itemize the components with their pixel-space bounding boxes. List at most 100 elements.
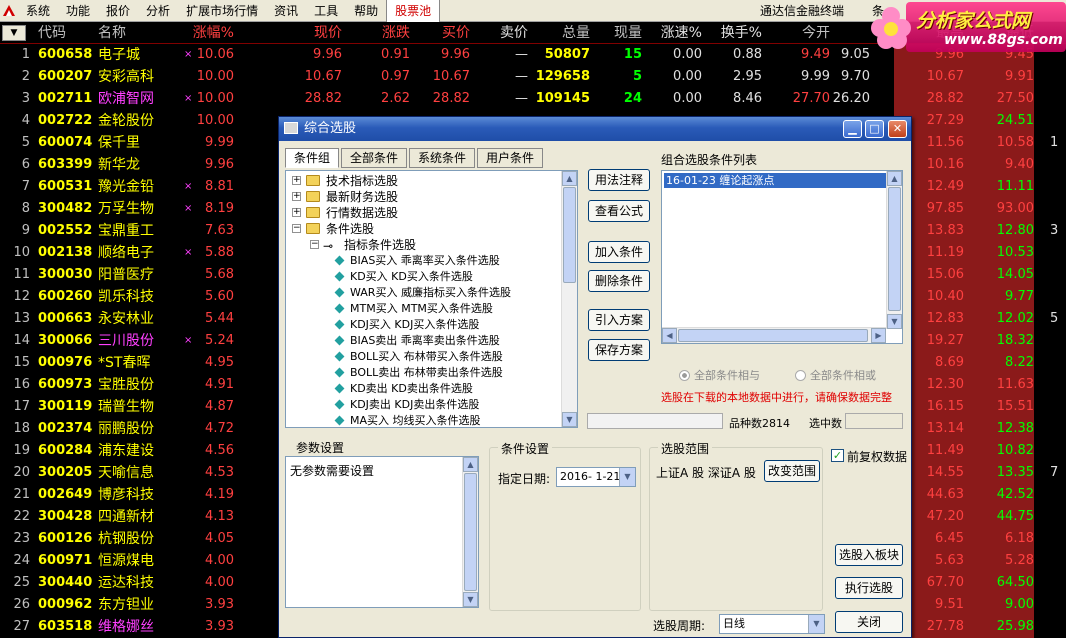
param-scroll-down-icon[interactable]: ▼	[463, 592, 478, 607]
collapse-icon[interactable]: −	[310, 240, 319, 249]
header-price[interactable]: 现价	[252, 22, 342, 44]
menu-item-6[interactable]: 工具	[306, 0, 346, 22]
header-chg[interactable]: 涨跌	[344, 22, 410, 44]
cell-spd: 0.00	[673, 91, 702, 106]
table-row[interactable]: 2 600207 安彩高科 10.00 10.67 0.97 10.67 — 129658 5 0.…	[0, 66, 1066, 88]
expand-icon[interactable]: +	[292, 208, 301, 217]
date-picker[interactable]: 2016- 1-21 ▼	[556, 467, 636, 487]
usage-notes-button[interactable]: 用法注释	[588, 169, 650, 191]
tree-node[interactable]: WAR买入 威廉指标买入条件选股	[286, 285, 558, 301]
tree-node[interactable]: KD买入 KD买入条件选股	[286, 269, 558, 285]
tree-node[interactable]: + 技术指标选股	[286, 173, 558, 189]
close-window-button[interactable]: ✕	[888, 120, 907, 138]
table-row[interactable]: 3 002711 欧浦智网 × 10.00 28.82 2.62 28.82—109145 24…	[0, 88, 1066, 110]
save-plan-button[interactable]: 保存方案	[588, 339, 650, 361]
period-select[interactable]: 日线 ▼	[719, 614, 825, 634]
restore-rights-checkbox[interactable]: ✓	[831, 449, 844, 462]
menu-item-7[interactable]: 帮助	[346, 0, 386, 22]
period-dropdown-icon[interactable]: ▼	[808, 615, 824, 633]
tab-condition-group[interactable]: 条件组	[285, 148, 340, 168]
expand-icon[interactable]: +	[292, 176, 301, 185]
cell-code: 600971	[38, 553, 93, 568]
header-code[interactable]: 代码	[38, 22, 94, 44]
tree-node[interactable]: BIAS卖出 乖离率卖出条件选股	[286, 333, 558, 349]
tree-node[interactable]: + 行情数据选股	[286, 205, 558, 221]
tab-user-conditions[interactable]: 用户条件	[477, 148, 544, 168]
header-vol[interactable]: 总量	[530, 22, 590, 44]
list-scrollbar[interactable]: ▲ ▼	[886, 171, 902, 329]
tree-node[interactable]: MTM买入 MTM买入条件选股	[286, 301, 558, 317]
scroll-down-icon[interactable]: ▼	[562, 412, 577, 427]
import-plan-button[interactable]: 引入方案	[588, 309, 650, 331]
header-open[interactable]: 今开	[764, 22, 830, 44]
header-pct[interactable]: 涨幅%	[186, 22, 234, 44]
header-turn[interactable]: 换手%	[704, 22, 762, 44]
menu-item-2[interactable]: 报价	[98, 0, 138, 22]
header-sell[interactable]: 卖价	[476, 22, 528, 44]
menu-item-1[interactable]: 功能	[58, 0, 98, 22]
delete-condition-button[interactable]: 删除条件	[588, 270, 650, 292]
tree-node[interactable]: − 条件选股	[286, 221, 558, 237]
menu-item-3[interactable]: 分析	[138, 0, 178, 22]
condition-list-item[interactable]: 16-01-23 缠论起涨点	[664, 173, 886, 188]
tree-node[interactable]: KDJ卖出 KDJ卖出条件选股	[286, 397, 558, 413]
cell-low: 5.28	[1005, 553, 1034, 568]
scroll-left-icon[interactable]: ◀	[662, 328, 677, 343]
tree-node-label: BOLL买入 布林带买入条件选股	[350, 350, 503, 363]
cell-chg: 0.97	[381, 69, 410, 84]
radio-all-and[interactable]: 全部条件相与	[679, 367, 760, 383]
maximize-button[interactable]: □	[865, 120, 884, 138]
add-to-block-button[interactable]: 选股入板块	[835, 544, 903, 566]
scroll-up-icon[interactable]: ▲	[562, 171, 577, 186]
radio-all-or[interactable]: 全部条件相或	[795, 367, 876, 383]
view-formula-button[interactable]: 查看公式	[588, 200, 650, 222]
tree-node-label: KD买入 KD买入条件选股	[350, 270, 473, 283]
expand-icon[interactable]: +	[292, 192, 301, 201]
sort-toggle-button[interactable]: ▼	[2, 25, 26, 41]
tree-node[interactable]: BOLL卖出 布林带卖出条件选股	[286, 365, 558, 381]
scroll-thumb[interactable]	[563, 187, 576, 283]
tab-system-conditions[interactable]: 系统条件	[409, 148, 476, 168]
tree-node[interactable]: BIAS买入 乖离率买入条件选股	[286, 253, 558, 269]
tab-all-conditions[interactable]: 全部条件	[341, 148, 408, 168]
execute-screen-button[interactable]: 执行选股	[835, 577, 903, 599]
cell-low: 10.58	[996, 135, 1034, 150]
hscroll-thumb[interactable]	[678, 329, 868, 342]
header-cur[interactable]: 现量	[592, 22, 642, 44]
param-scroll-thumb[interactable]	[464, 473, 477, 591]
dialog-titlebar[interactable]: 综合选股 ▁ □ ✕	[279, 117, 911, 141]
tree-node[interactable]: KD卖出 KD卖出条件选股	[286, 381, 558, 397]
param-scroll-up-icon[interactable]: ▲	[463, 457, 478, 472]
cell-pct: 10.00	[196, 69, 234, 84]
cell-code: 002552	[38, 223, 93, 238]
collapse-icon[interactable]: −	[292, 224, 301, 233]
tree-node[interactable]: − ⊸ 指标条件选股	[286, 237, 558, 253]
tree-node[interactable]: KDJ买入 KDJ买入条件选股	[286, 317, 558, 333]
cell-code: 300205	[38, 465, 93, 480]
tree-node[interactable]: MA买入 均线买入条件选股	[286, 413, 558, 427]
list-scroll-down-icon[interactable]: ▼	[887, 314, 902, 329]
tree-scrollbar[interactable]: ▲ ▼	[561, 171, 577, 427]
menu-item-8[interactable]: 股票池	[386, 0, 441, 22]
change-range-button[interactable]: 改变范围	[764, 460, 820, 482]
date-dropdown-icon[interactable]: ▼	[619, 468, 635, 486]
tree-node[interactable]: BOLL买入 布林带买入条件选股	[286, 349, 558, 365]
header-spd[interactable]: 涨速%	[644, 22, 702, 44]
folder-icon	[306, 207, 320, 218]
add-condition-button[interactable]: 加入条件	[588, 241, 650, 263]
list-scroll-up-icon[interactable]: ▲	[887, 171, 902, 186]
list-hscrollbar[interactable]: ◀ ▶	[662, 327, 886, 343]
cell-pct: 3.93	[205, 619, 234, 634]
menu-item-0[interactable]: 系统	[18, 0, 58, 22]
cell-pct: 4.00	[205, 575, 234, 590]
menu-item-5[interactable]: 资讯	[266, 0, 306, 22]
list-scroll-thumb[interactable]	[888, 187, 901, 311]
param-scrollbar[interactable]: ▲ ▼	[462, 457, 478, 607]
menu-item-4[interactable]: 扩展市场行情	[178, 0, 266, 22]
tree-node[interactable]: + 最新财务选股	[286, 189, 558, 205]
scroll-right-icon[interactable]: ▶	[871, 328, 886, 343]
close-button[interactable]: 关闭	[835, 611, 903, 633]
minimize-button[interactable]: ▁	[843, 120, 862, 138]
header-name[interactable]: 名称	[98, 22, 182, 44]
header-buy[interactable]: 买价	[412, 22, 470, 44]
